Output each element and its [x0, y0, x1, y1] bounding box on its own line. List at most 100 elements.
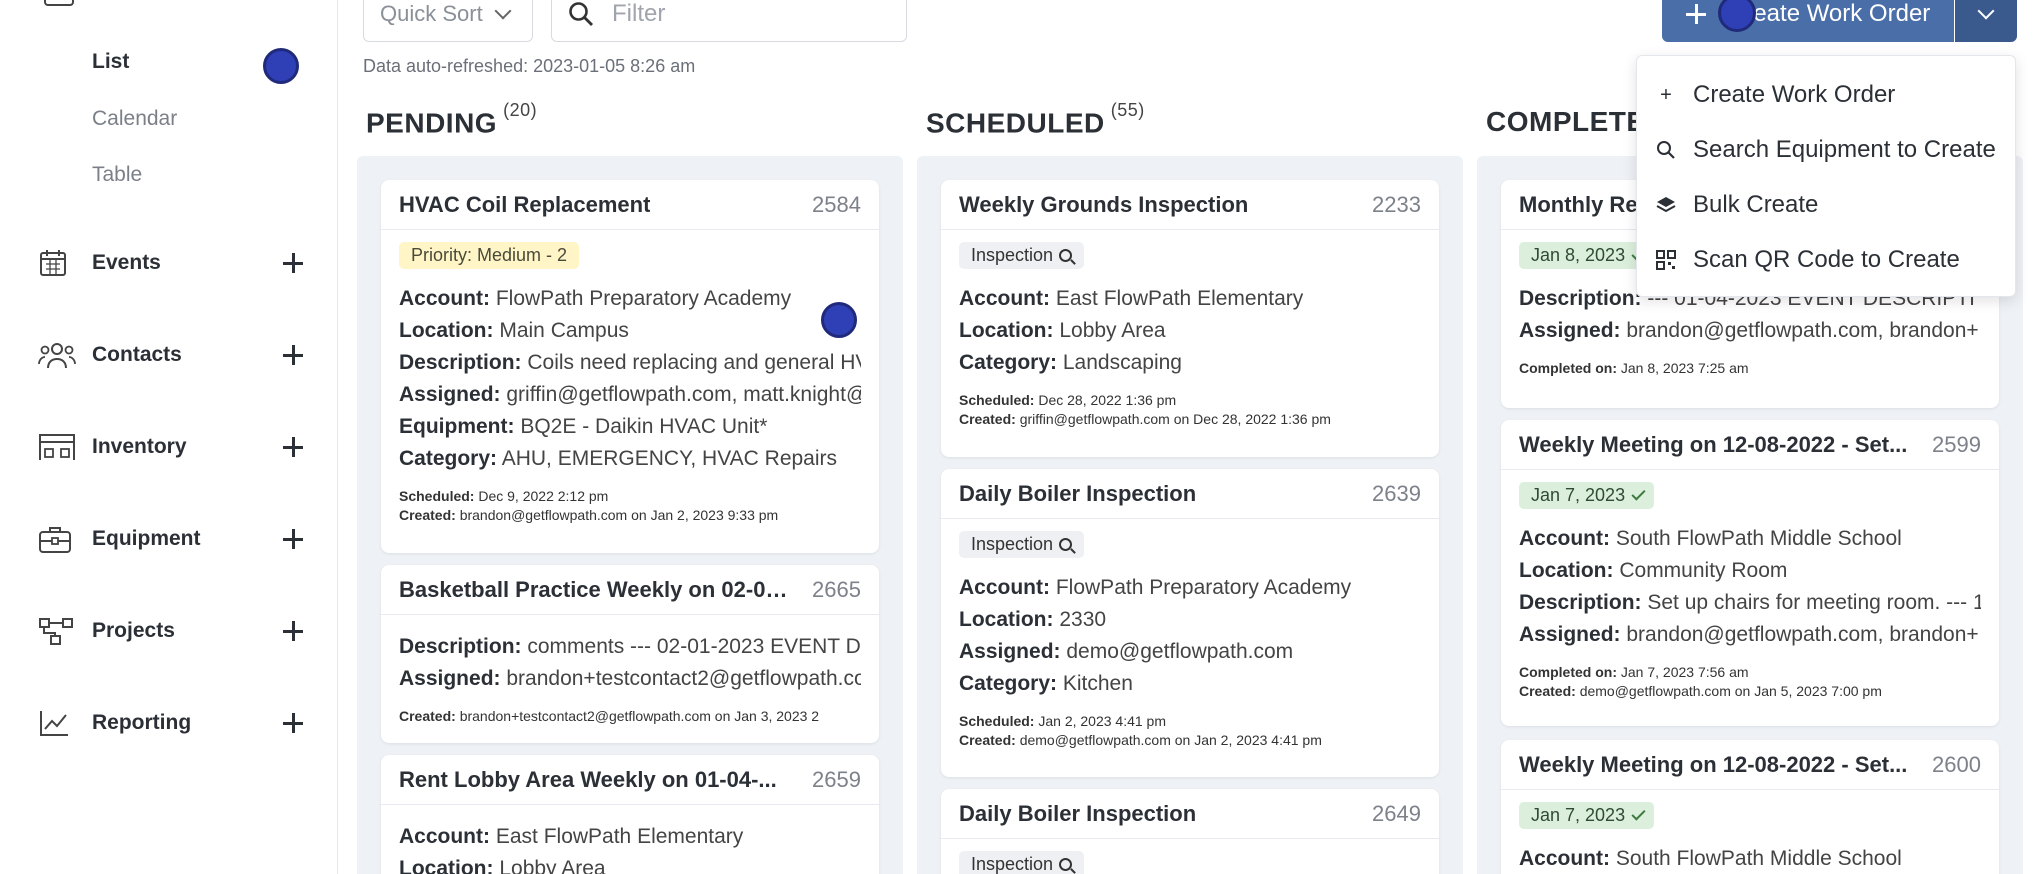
sidebar-item-label: Projects — [92, 619, 175, 642]
inspection-icon — [1059, 538, 1073, 551]
work-order-card[interactable]: Rent Lobby Area Weekly on 01-04-... 2659… — [381, 755, 879, 874]
inspection-icon — [1059, 858, 1073, 871]
field-location: Location: Lobby Area — [959, 319, 1166, 342]
column-count: (55) — [1110, 100, 1145, 120]
field-assigned: Assigned: brandon+testcontact2@getflowpa… — [399, 667, 861, 690]
priority-badge: Priority: Medium - 2 — [399, 242, 580, 269]
sidebar-item-label: Reporting — [92, 711, 192, 734]
field-location: Location: 2330 — [959, 608, 1107, 631]
field-category: Category: Kitchen — [959, 672, 1133, 695]
layers-icon — [1655, 194, 1677, 216]
work-order-card[interactable]: Daily Boiler Inspection 2649 Inspection — [941, 789, 1439, 874]
sidebar-item-label: Equipment — [92, 527, 201, 550]
check-icon — [1631, 806, 1646, 821]
sidebar-item-label: Inventory — [92, 435, 187, 458]
menu-item-search-equipment[interactable]: Search Equipment to Create — [1655, 130, 1996, 170]
sidebar-item-events[interactable]: Events — [38, 243, 308, 283]
field-category: Category: AHU, EMERGENCY, HVAC Repairs — [399, 447, 838, 470]
field-location: Location: Lobby Area — [399, 857, 606, 874]
work-order-card[interactable]: Basketball Practice Weekly on 02-01-... … — [381, 565, 879, 743]
add-project-button[interactable] — [278, 616, 308, 646]
inspection-icon — [1059, 249, 1073, 262]
card-id: 2639 — [1372, 480, 1421, 506]
type-badge: Inspection — [959, 531, 1085, 558]
menu-item-label: Search Equipment to Create — [1693, 136, 1996, 163]
field-account: Account: FlowPath Preparatory Academy — [399, 287, 792, 310]
sidebar-item-equipment[interactable]: Equipment — [38, 519, 308, 559]
field-category: Category: Landscaping — [959, 351, 1182, 374]
field-account: Account: South FlowPath Middle School — [1519, 847, 1902, 870]
add-event-button[interactable] — [278, 248, 308, 278]
filter-placeholder: Filter — [612, 0, 666, 27]
work-order-card[interactable]: Daily Boiler Inspection 2639 Inspection … — [941, 469, 1439, 777]
menu-item-create-work-order[interactable]: + Create Work Order — [1655, 75, 1895, 115]
meta-scheduled: Scheduled: Jan 2, 2023 4:41 pm — [959, 713, 1167, 729]
field-description: Description: Set up chairs for meeting r… — [1519, 591, 1981, 614]
meta-created: Created: griffin@getflowpath.com on Dec … — [959, 411, 1331, 427]
field-location: Location: Community Room — [1519, 559, 1788, 582]
work-order-card[interactable]: Weekly Meeting on 12-08-2022 - Set... 26… — [1501, 740, 1999, 874]
meta-completed: Completed on: Jan 8, 2023 7:25 am — [1519, 360, 1749, 376]
add-report-button[interactable] — [278, 708, 308, 738]
field-description: Description: Coils need replacing and ge… — [399, 351, 861, 374]
field-location: Location: Main Campus — [399, 319, 629, 342]
card-title: Weekly Meeting on 12-08-2022 - Set... — [1519, 431, 1908, 457]
sidebar-sub-list[interactable]: List — [92, 50, 129, 74]
card-id: 2600 — [1932, 751, 1981, 777]
add-equipment-button[interactable] — [278, 524, 308, 554]
check-icon — [1631, 486, 1646, 501]
card-id: 2233 — [1372, 191, 1421, 217]
card-id: 2665 — [812, 576, 861, 602]
sidebar-item-projects[interactable]: Projects — [38, 611, 308, 651]
sidebar-item-contacts[interactable]: Contacts — [38, 335, 308, 375]
plus-icon: + — [1660, 83, 1672, 106]
sidebar-item-reporting[interactable]: Reporting — [38, 703, 308, 743]
add-inventory-button[interactable] — [278, 432, 308, 462]
card-id: 2659 — [812, 766, 861, 792]
meta-created: Created: demo@getflowpath.com on Jan 5, … — [1519, 683, 1882, 699]
sidebar-sub-table[interactable]: Table — [92, 163, 142, 187]
create-work-order-label: Create Work Order — [1728, 0, 1931, 27]
quick-sort-select[interactable]: Quick Sort — [363, 0, 533, 42]
menu-item-label: Scan QR Code to Create — [1693, 246, 1960, 273]
field-equipment: Equipment: BQ2E - Daikin HVAC Unit* — [399, 415, 768, 438]
people-icon — [38, 339, 80, 371]
field-description: Description: comments --- 02-01-2023 EVE… — [399, 635, 861, 658]
meta-scheduled: Scheduled: Dec 28, 2022 1:36 pm — [959, 392, 1177, 408]
card-title: Weekly Grounds Inspection — [959, 191, 1249, 217]
card-title: Rent Lobby Area Weekly on 01-04-... — [399, 766, 777, 792]
card-title: HVAC Coil Replacement — [399, 191, 651, 217]
pending-lane: HVAC Coil Replacement 2584 Priority: Med… — [357, 156, 903, 874]
card-title: Weekly Meeting on 12-08-2022 - Set... — [1519, 751, 1908, 777]
work-order-card[interactable]: Weekly Meeting on 12-08-2022 - Set... 25… — [1501, 420, 1999, 726]
qr-code-icon — [1655, 249, 1677, 271]
sidebar-item-inventory[interactable]: Inventory — [38, 427, 308, 467]
sidebar: List Calendar Table Events Contacts Inve… — [0, 0, 338, 874]
toolbox-icon — [38, 523, 80, 555]
chart-line-icon — [38, 707, 80, 739]
field-account: Account: East FlowPath Elementary — [399, 825, 744, 848]
field-assigned: Assigned: demo@getflowpath.com — [959, 640, 1294, 663]
create-work-order-button[interactable]: Create Work Order — [1662, 0, 1954, 42]
add-contact-button[interactable] — [278, 340, 308, 370]
chevron-down-icon — [494, 2, 512, 20]
menu-item-scan-qr[interactable]: Scan QR Code to Create — [1655, 240, 1960, 280]
search-icon — [569, 2, 593, 26]
menu-item-bulk-create[interactable]: Bulk Create — [1655, 185, 1818, 225]
completed-date-badge: Jan 8, 2023 — [1519, 242, 1655, 269]
filter-input[interactable]: Filter — [551, 0, 907, 42]
meta-created: Created: demo@getflowpath.com on Jan 2, … — [959, 732, 1322, 748]
quick-sort-label: Quick Sort — [380, 1, 483, 26]
meta-created: Created: brandon+testcontact2@getflowpat… — [399, 708, 820, 724]
create-dropdown-menu: + Create Work Order Search Equipment to … — [1636, 55, 2016, 297]
menu-item-label: Bulk Create — [1693, 191, 1819, 218]
work-order-card[interactable]: HVAC Coil Replacement 2584 Priority: Med… — [381, 180, 879, 553]
work-order-card[interactable]: Weekly Grounds Inspection 2233 Inspectio… — [941, 180, 1439, 457]
meta-scheduled: Scheduled: Dec 9, 2022 2:12 pm — [399, 488, 609, 504]
card-title: Daily Boiler Inspection — [959, 480, 1197, 506]
scheduled-lane: Weekly Grounds Inspection 2233 Inspectio… — [917, 156, 1463, 874]
sidebar-sub-calendar[interactable]: Calendar — [92, 107, 177, 131]
field-account: Account: South FlowPath Middle School — [1519, 527, 1902, 550]
click-indicator — [821, 302, 857, 338]
create-options-toggle[interactable] — [1955, 0, 2017, 42]
